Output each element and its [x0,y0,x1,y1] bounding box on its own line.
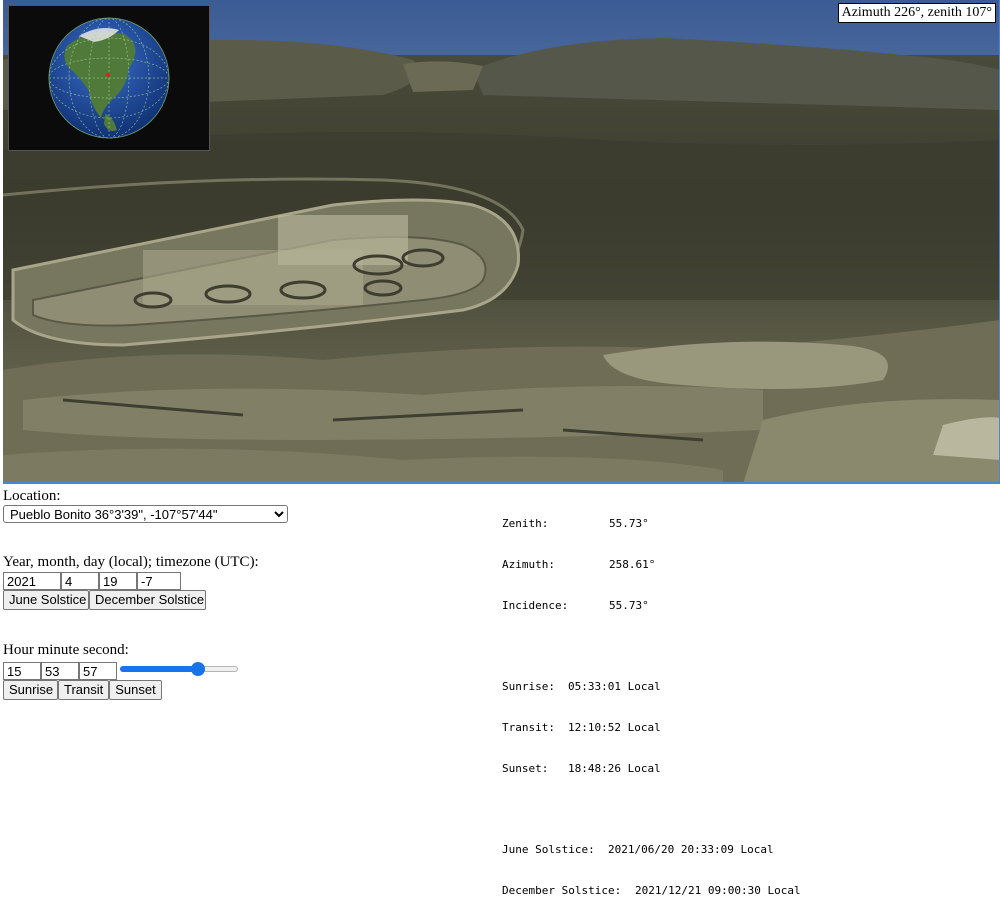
transit-row: Transit: 12:10:52 Local [502,721,801,735]
december-solstice-row: December Solstice: 2021/12/21 09:00:30 Lo… [502,884,801,898]
transit-key: Transit: [502,721,555,735]
sunset-key: Sunset: [502,761,549,775]
month-input[interactable] [61,572,99,590]
terrain-viewport[interactable]: Azimuth 226°, zenith 107° [3,0,1000,484]
sunrise-value: 05:33:01 Local [568,680,661,694]
december-solstice-button[interactable]: December Solstice [89,590,206,610]
june-solstice-value: 2021/06/20 20:33:09 Local [608,843,774,857]
azimuth-row: Azimuth: 258.61° [502,558,801,572]
timezone-input[interactable] [137,572,181,590]
location-select[interactable]: Pueblo Bonito 36°3'39", -107°57'44" [3,505,288,523]
day-input[interactable] [99,572,137,590]
date-label: Year, month, day (local); timezone (UTC)… [3,554,259,570]
zenith-key: Zenith: [502,517,549,531]
year-input[interactable] [3,572,61,590]
slider-thumb[interactable] [191,662,205,676]
sunset-button[interactable]: Sunset [109,680,162,700]
incidence-row: Incidence: 55.73° [502,599,801,613]
sunrise-button[interactable]: Sunrise [3,680,58,700]
sunset-value: 18:48:26 Local [568,761,661,775]
azimuth-value: 258.61° [609,557,656,571]
slider-fill [120,666,198,672]
june-solstice-row: June Solstice: 2021/06/20 20:33:09 Local [502,843,801,857]
minute-input[interactable] [41,662,79,680]
june-solstice-button[interactable]: June Solstice [3,590,89,610]
location-label: Location: [3,488,61,504]
globe-icon [48,17,170,139]
december-solstice-value: 2021/12/21 09:00:30 Local [635,884,801,898]
transit-button[interactable]: Transit [58,680,109,700]
time-slider[interactable] [120,662,238,676]
second-input[interactable] [79,662,117,680]
zenith-value: 55.73° [609,517,649,531]
hour-input[interactable] [3,662,41,680]
solar-readout: Zenith: 55.73° Azimuth: 258.61° Incidence:… [502,490,801,911]
sunrise-row: Sunrise: 05:33:01 Local [502,680,801,694]
zenith-row: Zenith: 55.73° [502,517,801,531]
sunrise-key: Sunrise: [502,680,555,694]
transit-value: 12:10:52 Local [568,721,661,735]
december-solstice-key: December Solstice: [502,884,622,898]
globe-inset[interactable] [8,5,210,151]
azimuth-zenith-readout: Azimuth 226°, zenith 107° [837,3,996,23]
incidence-key: Incidence: [502,598,569,612]
incidence-value: 55.73° [609,598,649,612]
june-solstice-key: June Solstice: [502,843,595,857]
sunset-row: Sunset: 18:48:26 Local [502,762,801,776]
azimuth-key: Azimuth: [502,557,555,571]
time-label: Hour minute second: [3,642,129,658]
